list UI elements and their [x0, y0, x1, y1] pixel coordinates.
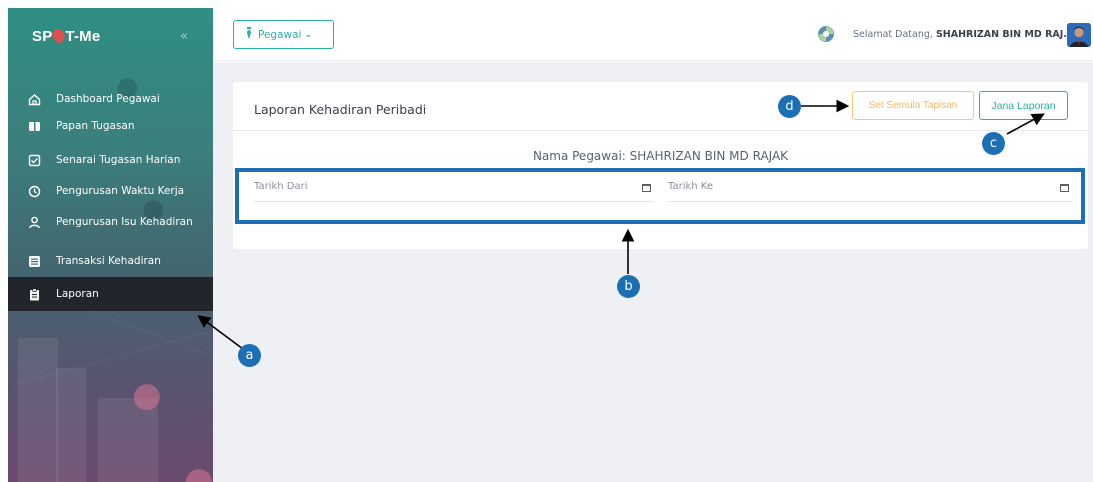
user-name[interactable]: SHAHRIZAN BIN MD RAJ...	[936, 29, 1074, 40]
sidebar-item-label: Laporan	[56, 288, 99, 300]
callout-d: d	[778, 95, 801, 118]
sidebar-item-label: Papan Tugasan	[56, 120, 135, 132]
report-card: Laporan Kehadiran Peribadi Set Semula Ta…	[233, 82, 1088, 249]
main-content: Laporan Kehadiran Peribadi Set Semula Ta…	[213, 62, 1093, 482]
card-title: Laporan Kehadiran Peribadi	[254, 102, 427, 117]
logo-text-left: SP	[32, 28, 53, 45]
app-logo[interactable]: SP T-Me	[32, 27, 101, 45]
sidebar-item-laporan[interactable]: Laporan	[8, 277, 213, 311]
person-icon	[27, 215, 41, 229]
list-icon	[27, 254, 41, 268]
role-dropdown[interactable]: Pegawai ⌄	[233, 20, 334, 49]
sidebar: ● ● ● ● SP T-Me « Dashboard Pegawai Papan…	[8, 8, 213, 482]
clipboard-icon	[27, 287, 41, 301]
logo-text-right: T-Me	[65, 28, 101, 45]
checklist-icon	[27, 153, 41, 167]
role-dropdown-label: Pegawai	[258, 28, 302, 41]
sidebar-item-papan-tugasan[interactable]: Papan Tugasan	[8, 109, 213, 143]
double-chevron-left-icon[interactable]: «	[180, 29, 188, 44]
calendar-icon[interactable]	[1060, 184, 1069, 192]
callout-b: b	[617, 275, 640, 298]
date-from-underline	[254, 201, 654, 202]
date-filter-section: Tarikh Dari Tarikh Ke	[235, 168, 1085, 224]
topbar: Pegawai ⌄ Selamat Datang, SHAHRIZAN BIN …	[213, 8, 1093, 61]
home-icon	[27, 92, 41, 106]
calendar-icon[interactable]	[642, 184, 651, 192]
help-icon[interactable]	[818, 26, 834, 42]
generate-report-button[interactable]: Jana Laporan	[979, 91, 1068, 120]
date-to-underline	[668, 201, 1073, 202]
sidebar-item-label: Transaksi Kehadiran	[56, 255, 161, 267]
background-building	[18, 338, 58, 482]
board-icon	[27, 119, 41, 133]
employee-name: Nama Pegawai: SHAHRIZAN BIN MD RAJAK	[532, 149, 789, 163]
welcome-text: Selamat Datang, SHAHRIZAN BIN MD RAJ...	[853, 29, 1074, 40]
divider	[233, 130, 1088, 131]
chevron-down-icon: ⌄	[304, 29, 313, 40]
sidebar-item-label: Pengurusan Waktu Kerja	[56, 185, 185, 197]
background-pin-icon: ●	[184, 460, 213, 482]
avatar[interactable]	[1067, 23, 1091, 47]
screenshot: ● ● ● ● SP T-Me « Dashboard Pegawai Papan…	[0, 0, 1093, 482]
sidebar-item-senarai-tugasan-harian[interactable]: Senarai Tugasan Harian	[8, 143, 213, 177]
sidebar-item-label: Senarai Tugasan Harian	[56, 154, 181, 166]
reset-filter-button[interactable]: Set Semula Tapisan	[852, 91, 974, 120]
date-to-field[interactable]: Tarikh Ke	[668, 181, 713, 192]
callout-a: a	[238, 344, 261, 367]
clock-history-icon	[27, 184, 41, 198]
background-building	[56, 368, 86, 482]
user-tie-icon	[246, 25, 252, 44]
sidebar-item-transaksi-kehadiran[interactable]: Transaksi Kehadiran	[8, 244, 213, 278]
sidebar-item-pengurusan-waktu-kerja[interactable]: Pengurusan Waktu Kerja	[8, 174, 213, 208]
sidebar-item-label: Pengurusan Isu Kehadiran	[56, 216, 193, 228]
date-from-field[interactable]: Tarikh Dari	[254, 181, 308, 192]
background-pin-icon: ●	[132, 375, 162, 415]
sidebar-item-pengurusan-isu-kehadiran[interactable]: Pengurusan Isu Kehadiran	[8, 205, 213, 239]
callout-c: c	[982, 132, 1005, 155]
welcome-prefix: Selamat Datang,	[853, 29, 933, 40]
sidebar-item-label: Dashboard Pegawai	[56, 93, 160, 105]
